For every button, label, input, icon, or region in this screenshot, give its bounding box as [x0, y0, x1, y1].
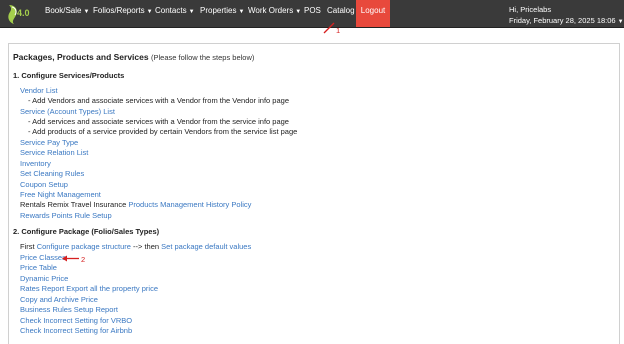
rates-report-row: Rates Report Export all the property pri… — [20, 284, 158, 294]
annotation-label-1: 1 — [336, 26, 341, 35]
free-night-management-link[interactable]: Free Night Management — [20, 190, 101, 200]
configure-package-structure-link[interactable]: Configure package structure — [37, 242, 131, 251]
page-subtitle: (Please follow the steps below) — [150, 53, 255, 62]
check-vrbo-link[interactable]: Check Incorrect Setting for VRBO — [20, 316, 132, 326]
annotation-arrow-1 — [323, 22, 335, 34]
package-steps-row: First Configure package structure --> th… — [20, 242, 251, 252]
rentals-remix-row: Rentals Remix Travel Insurance Products … — [20, 200, 251, 210]
service-pay-type-link[interactable]: Service Pay Type — [20, 138, 78, 148]
service-list-link[interactable]: Service (Account Types) List — [20, 107, 115, 117]
price-table-link[interactable]: Price Table — [20, 263, 57, 273]
caret-down-icon: ▼ — [188, 9, 195, 15]
nav-work-orders[interactable]: Work Orders ▼ — [248, 0, 301, 27]
business-rules-report-link[interactable]: Business Rules Setup Report — [20, 305, 118, 315]
export-all-price-link[interactable]: Export all the property price — [66, 284, 158, 293]
inventory-link[interactable]: Inventory — [20, 159, 51, 169]
caret-down-icon: ▼ — [617, 19, 624, 25]
annotation-arrow-2 — [62, 255, 79, 262]
nav-book-sale[interactable]: Book/Sale ▼ — [45, 0, 89, 27]
rates-report-link[interactable]: Rates Report — [20, 284, 64, 293]
user-greeting[interactable]: Hi, Pricelabs — [509, 5, 551, 14]
page-title: Packages, Products and Services (Please … — [13, 52, 254, 62]
nav-contacts[interactable]: Contacts ▼ — [155, 0, 195, 27]
user-datetime[interactable]: Friday, February 28, 2025 18:06 ▼ — [509, 16, 624, 25]
first-label: First — [20, 242, 35, 251]
section1-heading: 1. Configure Services/Products — [13, 71, 125, 80]
set-package-defaults-link[interactable]: Set package default values — [161, 242, 251, 251]
set-cleaning-rules-link[interactable]: Set Cleaning Rules — [20, 169, 84, 179]
caret-down-icon: ▼ — [146, 9, 153, 15]
service-relation-list-link[interactable]: Service Relation List — [20, 148, 88, 158]
nav-properties-label: Properties — [200, 6, 237, 15]
datetime-text: Friday, February 28, 2025 18:06 — [509, 16, 616, 25]
section2-heading: 2. Configure Package (Folio/Sales Types) — [13, 227, 160, 236]
coupon-setup-link[interactable]: Coupon Setup — [20, 180, 68, 190]
caret-down-icon: ▼ — [295, 9, 302, 15]
nav-work-orders-label: Work Orders — [248, 6, 294, 15]
vendor-list-link[interactable]: Vendor List — [20, 86, 58, 96]
rentals-remix-label: Rentals Remix Travel Insurance — [20, 200, 127, 209]
nav-pos[interactable]: POS — [304, 0, 321, 27]
caret-down-icon: ▼ — [83, 9, 90, 15]
nav-book-sale-label: Book/Sale — [45, 6, 82, 15]
products-management-link[interactable]: Products Management — [128, 200, 203, 209]
page-title-text: Packages, Products and Services — [13, 52, 149, 62]
rewards-points-link[interactable]: Rewards Points Rule Setup — [20, 211, 112, 221]
nav-folios-reports-label: Folios/Reports — [93, 6, 145, 15]
copy-archive-price-link[interactable]: Copy and Archive Price — [20, 295, 98, 305]
logout-button[interactable]: Logout — [356, 0, 390, 27]
nav-contacts-label: Contacts — [155, 6, 187, 15]
service-note-1: - Add services and associate services wi… — [28, 117, 289, 126]
then-label: --> then — [133, 242, 160, 251]
dynamic-price-link[interactable]: Dynamic Price — [20, 274, 68, 284]
nav-folios-reports[interactable]: Folios/Reports ▼ — [93, 0, 153, 27]
vendor-note: - Add Vendors and associate services wit… — [28, 96, 289, 105]
check-airbnb-link[interactable]: Check Incorrect Setting for Airbnb — [20, 326, 132, 336]
service-note-2: - Add products of a service provided by … — [28, 127, 298, 136]
nav-properties[interactable]: Properties ▼ — [200, 0, 244, 27]
annotation-label-2: 2 — [81, 255, 86, 264]
history-policy-link[interactable]: History Policy — [206, 200, 251, 209]
caret-down-icon: ▼ — [238, 9, 245, 15]
app-version: 4.0 — [17, 8, 30, 18]
price-classes-link[interactable]: Price Classes — [20, 253, 66, 263]
